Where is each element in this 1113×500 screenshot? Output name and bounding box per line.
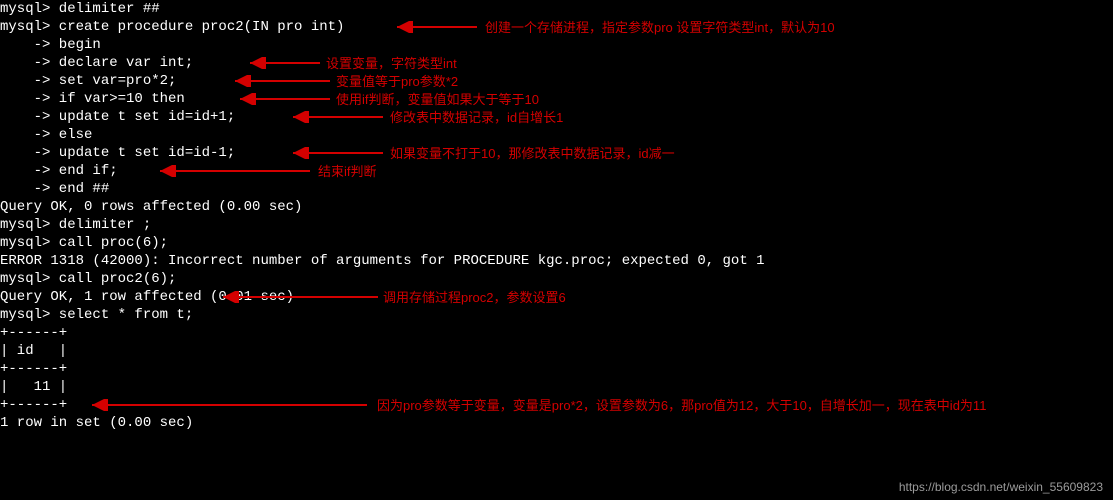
terminal-line: +------+ bbox=[0, 324, 1113, 342]
annotation-update-dec: 如果变量不打于10，那修改表中数据记录，id减一 bbox=[390, 145, 675, 163]
terminal-line: -> end ## bbox=[0, 180, 1113, 198]
annotation-declare-var: 设置变量，字符类型int bbox=[326, 55, 457, 73]
annotation-result-explain: 因为pro参数等于变量，变量是pro*2，设置参数为6，那pro值为12，大于1… bbox=[377, 397, 986, 415]
terminal: mysql> delimiter ## mysql> create proced… bbox=[0, 0, 1113, 500]
annotation-if-check: 使用if判断，变量值如果大于等于10 bbox=[336, 91, 539, 109]
terminal-line: mysql> delimiter ; bbox=[0, 216, 1113, 234]
terminal-line: Query OK, 0 rows affected (0.00 sec) bbox=[0, 198, 1113, 216]
terminal-line: mysql> call proc2(6); bbox=[0, 270, 1113, 288]
terminal-line: mysql> delimiter ## bbox=[0, 0, 1113, 18]
terminal-line: -> else bbox=[0, 126, 1113, 144]
annotation-end-if: 结束if判断 bbox=[318, 163, 377, 181]
terminal-line: | id | bbox=[0, 342, 1113, 360]
terminal-line: +------+ bbox=[0, 360, 1113, 378]
terminal-line: ERROR 1318 (42000): Incorrect number of … bbox=[0, 252, 1113, 270]
terminal-line: mysql> select * from t; bbox=[0, 306, 1113, 324]
watermark: https://blog.csdn.net/weixin_55609823 bbox=[899, 478, 1103, 496]
terminal-line: 1 row in set (0.00 sec) bbox=[0, 414, 1113, 432]
terminal-line: -> begin bbox=[0, 36, 1113, 54]
terminal-line: -> if var>=10 then bbox=[0, 90, 1113, 108]
terminal-line: -> declare var int; bbox=[0, 54, 1113, 72]
terminal-line: mysql> call proc(6); bbox=[0, 234, 1113, 252]
terminal-line: -> set var=pro*2; bbox=[0, 72, 1113, 90]
annotation-create-procedure: 创建一个存储进程，指定参数pro 设置字符类型int，默认为10 bbox=[485, 19, 835, 37]
annotation-call-proc2: 调用存储过程proc2，参数设置6 bbox=[383, 289, 566, 307]
terminal-line: -> end if; bbox=[0, 162, 1113, 180]
annotation-update-inc: 修改表中数据记录，id自增长1 bbox=[390, 109, 563, 127]
annotation-set-var: 变量值等于pro参数*2 bbox=[336, 73, 458, 91]
terminal-line: | 11 | bbox=[0, 378, 1113, 396]
